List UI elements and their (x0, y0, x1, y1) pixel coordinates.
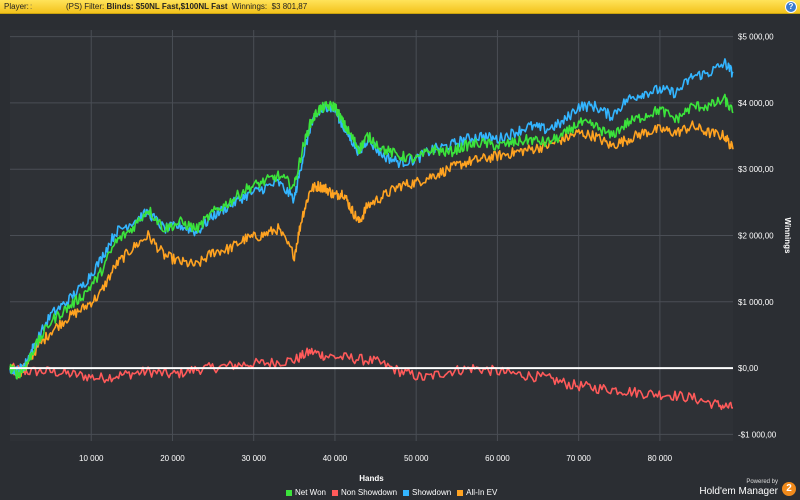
product-name: Hold'em Manager (699, 486, 778, 497)
winnings-label: Winnings: (232, 2, 268, 11)
x-axis-title: Hands (359, 474, 384, 483)
help-icon[interactable]: ? (785, 1, 797, 13)
legend-item-all-in-ev[interactable]: All-In EV (457, 488, 497, 497)
legend-label: Non Showdown (340, 488, 398, 497)
y-tick-label: $5 000,00 (738, 33, 774, 42)
chart-legend: Net Won Non Showdown Showdown All-In EV (286, 488, 503, 498)
x-tick-label: 60 000 (485, 454, 510, 463)
legend-swatch (286, 489, 292, 496)
legend-label: Showdown (412, 488, 452, 497)
legend-item-net-won[interactable]: Net Won (286, 488, 326, 497)
filter-summary: (PS) Filter: Blinds: $50NL Fast,$100NL F… (66, 0, 307, 13)
x-tick-label: 20 000 (160, 454, 185, 463)
y-tick-label: $4 000,00 (738, 99, 774, 108)
legend-swatch (403, 489, 410, 496)
x-tick-label: 80 000 (648, 454, 673, 463)
y-tick-label: $0,00 (738, 364, 759, 373)
powered-by-label: Powered by (746, 479, 778, 485)
x-tick-label: 30 000 (241, 454, 266, 463)
y-axis-title: Winnings (783, 218, 792, 254)
y-tick-label: $2 000,00 (738, 232, 774, 241)
filter-value[interactable]: Blinds: $50NL Fast,$100NL Fast (106, 2, 227, 11)
winnings-value: $3 801,87 (271, 2, 308, 11)
player-label: Player: (4, 2, 29, 11)
player-value[interactable]: : (30, 0, 32, 13)
x-tick-label: 50 000 (404, 454, 429, 463)
legend-label: All-In EV (466, 488, 498, 497)
legend-label: Net Won (295, 488, 326, 497)
x-tick-label: 40 000 (323, 454, 348, 463)
filter-bar: Player: : (PS) Filter: Blinds: $50NL Fas… (0, 0, 800, 14)
legend-swatch (331, 489, 338, 496)
filter-prefix: (PS) Filter: (66, 2, 105, 11)
legend-item-showdown[interactable]: Showdown (403, 488, 451, 497)
y-tick-label: -$1 000,00 (738, 430, 777, 439)
x-tick-label: 70 000 (566, 454, 591, 463)
powered-by: Powered by Hold'em Manager (699, 479, 778, 497)
legend-item-non-showdown[interactable]: Non Showdown (331, 488, 398, 497)
winnings-graph: 10 000 20 000 30 000 40 000 50 000 60 000 70 0… (0, 14, 800, 500)
legend-swatch (457, 489, 464, 496)
x-tick-label: 10 000 (79, 454, 104, 463)
chart-svg: 10 000 20 000 30 000 40 000 50 000 60 000 70 0… (9, 30, 792, 483)
y-tick-label: $3 000,00 (738, 165, 774, 174)
y-tick-label: $1 000,00 (738, 298, 774, 307)
hm2-logo-icon: 2 (782, 482, 796, 496)
